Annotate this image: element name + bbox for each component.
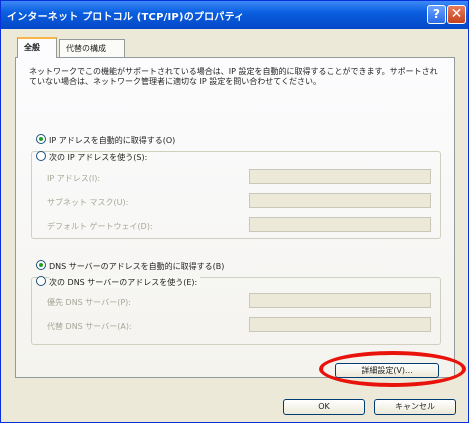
ip-address-label: IP アドレス(I):	[47, 174, 101, 183]
ip-auto-label[interactable]: IP アドレスを自動的に取得する(O)	[49, 135, 175, 146]
help-button[interactable]: ?	[427, 5, 446, 24]
tab-general[interactable]: 全般	[17, 37, 57, 58]
description-text: ネットワークでこの機能がサポートされている場合は、IP 設定を自動的に取得するこ…	[29, 67, 438, 86]
advanced-settings-button[interactable]: 詳細設定(V)...	[335, 363, 439, 378]
preferred-dns-label: 優先 DNS サーバー(P):	[47, 298, 131, 307]
ip-address-field[interactable]	[249, 169, 431, 184]
alternate-dns-field[interactable]	[249, 317, 431, 332]
default-gateway-field[interactable]	[249, 217, 431, 232]
default-gateway-label: デフォルト ゲートウェイ(D):	[47, 222, 153, 231]
close-button[interactable]: ✕	[447, 5, 466, 24]
radio-selected-dot	[39, 137, 43, 141]
radio-selected-dot	[39, 263, 43, 267]
dialog-window: インターネット プロトコル (TCP/IP)のプロパティ ? ✕ 全般 代替の構…	[0, 0, 469, 423]
dns-manual-label[interactable]: 次の DNS サーバーのアドレスを使う(E):	[49, 277, 201, 288]
cancel-button[interactable]: キャンセル	[374, 399, 456, 415]
ip-auto-radio[interactable]	[36, 134, 46, 144]
tab-alternate-configuration[interactable]: 代替の構成	[59, 39, 125, 57]
dns-auto-label[interactable]: DNS サーバーのアドレスを自動的に取得する(B)	[49, 261, 224, 272]
dns-manual-radio[interactable]	[36, 276, 46, 286]
dns-auto-radio[interactable]	[36, 260, 46, 270]
subnet-mask-label: サブネット マスク(U):	[47, 198, 129, 207]
ip-manual-label[interactable]: 次の IP アドレスを使う(S):	[49, 152, 151, 163]
alternate-dns-label: 代替 DNS サーバー(A):	[47, 322, 132, 331]
window-title: インターネット プロトコル (TCP/IP)のプロパティ	[7, 12, 245, 23]
ok-button[interactable]: OK	[283, 399, 365, 415]
title-bar[interactable]: インターネット プロトコル (TCP/IP)のプロパティ ? ✕	[1, 1, 468, 29]
preferred-dns-field[interactable]	[249, 293, 431, 308]
ip-manual-radio[interactable]	[36, 151, 46, 161]
subnet-mask-field[interactable]	[249, 193, 431, 208]
